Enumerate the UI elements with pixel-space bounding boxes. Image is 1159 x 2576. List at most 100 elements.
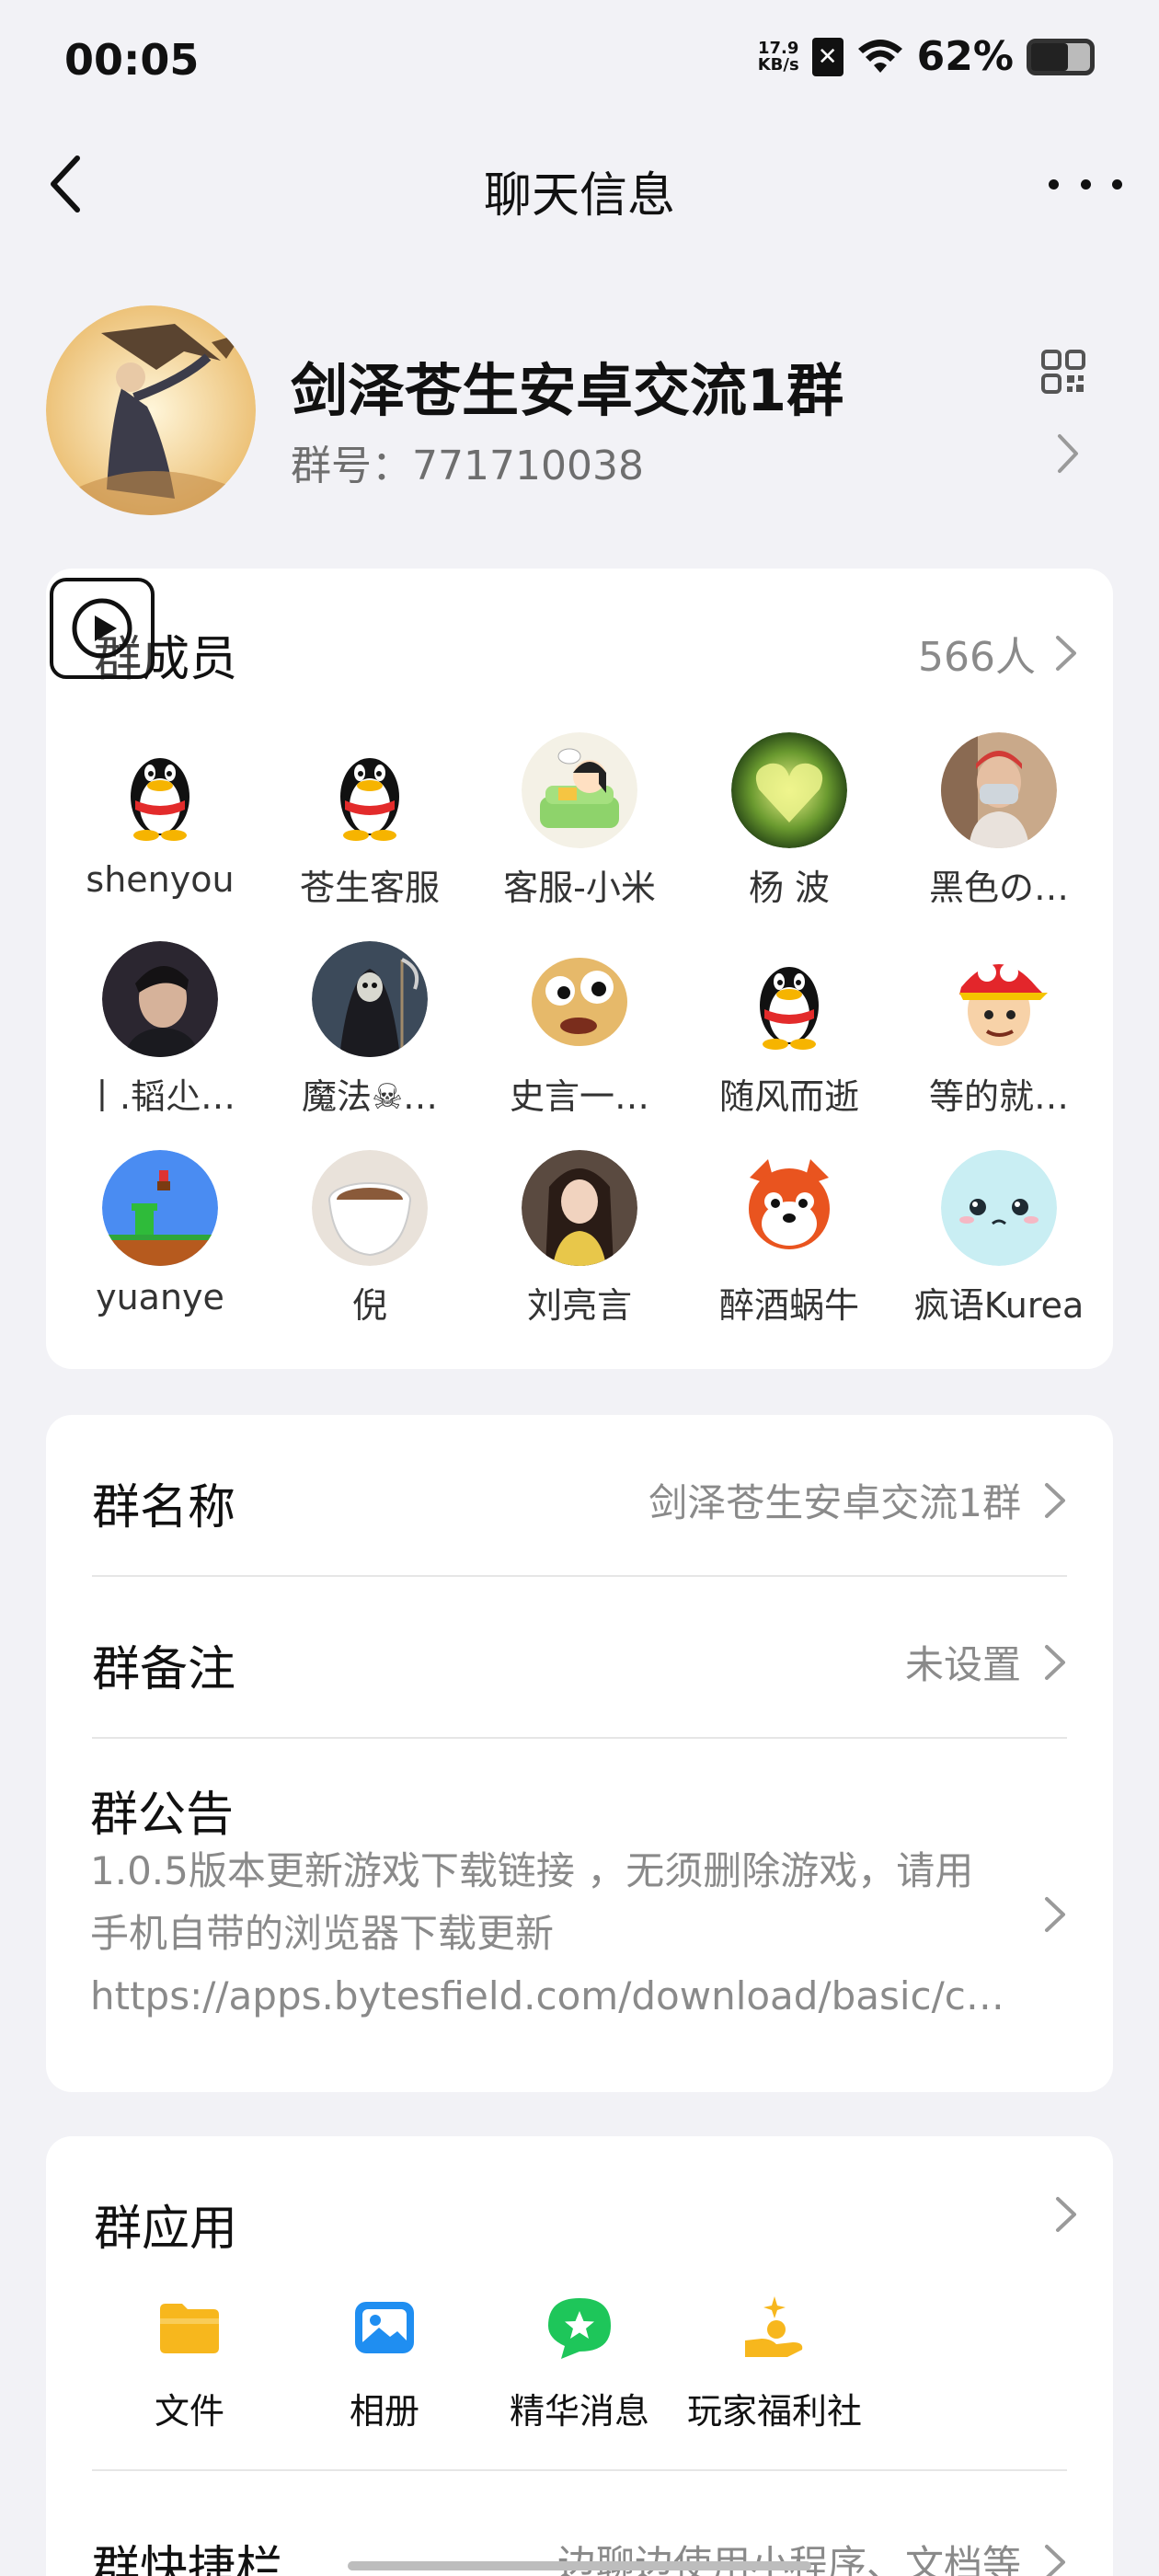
member-avatar (312, 732, 428, 848)
member-name: 等的就… (928, 1076, 1069, 1117)
members-card: 群成员 566人 shenyou 苍生客服 客服-小米 杨 波 黑色の… 丨.韬… (46, 569, 1113, 1369)
member-item[interactable]: 魔法☠… (265, 941, 475, 1119)
member-name: 疯语Kurea (913, 1285, 1084, 1326)
member-item[interactable]: 刘亮言 (475, 1150, 684, 1328)
chevron-right-icon (1058, 434, 1078, 473)
app-label: 相册 (349, 2391, 419, 2432)
member-item[interactable]: 醉酒蜗牛 (684, 1150, 894, 1328)
member-item[interactable]: 随风而逝 (684, 941, 894, 1119)
group-name: 剑泽苍生安卓交流1群 (291, 357, 844, 424)
play-overlay-button[interactable] (50, 578, 155, 679)
member-item[interactable]: 黑色の… (894, 732, 1104, 910)
group-avatar[interactable] (46, 305, 256, 515)
member-name: 史言一… (509, 1076, 649, 1117)
page-title: 聊天信息 (483, 168, 675, 224)
folder-icon (160, 2304, 219, 2353)
member-item[interactable]: 客服-小米 (475, 732, 684, 910)
group-remark-value: 未设置 (904, 1642, 1021, 1687)
home-indicator[interactable] (348, 2561, 811, 2570)
group-shortcut-label: 群快捷栏 (92, 2542, 284, 2576)
member-avatar (522, 1150, 637, 1266)
member-name: 黑色の… (928, 868, 1069, 908)
group-name-label: 群名称 (92, 1480, 236, 1535)
member-avatar (731, 941, 847, 1057)
star-bubble-icon (548, 2298, 611, 2359)
member-avatar (941, 941, 1057, 1057)
member-name: 醉酒蜗牛 (718, 1285, 859, 1326)
app-label: 文件 (154, 2391, 224, 2432)
member-item[interactable]: 等的就… (894, 941, 1104, 1119)
app-label: 玩家福利社 (686, 2391, 862, 2432)
app-files[interactable]: 文件 (92, 2293, 287, 2433)
chevron-right-icon (1045, 1897, 1065, 1932)
member-name: 客服-小米 (503, 868, 656, 908)
chevron-right-icon[interactable] (1054, 2195, 1078, 2234)
member-name: 刘亮言 (526, 1285, 632, 1326)
group-apps-title: 群应用 (94, 2202, 238, 2257)
app-album[interactable]: 相册 (287, 2293, 482, 2433)
network-speed: 17.9 KB/s (757, 38, 799, 75)
member-name: 丨.韬尐… (84, 1076, 236, 1117)
group-apps-list: 文件 相册 精华消息 玩家福利社 (92, 2293, 872, 2433)
member-avatar (731, 732, 847, 848)
group-apps-card: 群应用 文件 相册 精华消息 玩家福利社 群快捷栏 边聊边使用小程序、文档等 (46, 2136, 1113, 2576)
member-name: 杨 波 (748, 868, 831, 908)
group-shortcut-row[interactable]: 群快捷栏 边聊边使用小程序、文档等 (92, 2471, 1067, 2576)
status-time: 00:05 (64, 35, 200, 85)
member-avatar (522, 941, 637, 1057)
nav-bar: 聊天信息 (0, 129, 1159, 239)
member-name: 倪 (351, 1285, 387, 1326)
member-item[interactable]: 倪 (265, 1150, 475, 1328)
play-icon (72, 598, 132, 659)
member-name: 魔法☠… (301, 1076, 439, 1117)
member-avatar (731, 1150, 847, 1266)
member-name: yuanye (96, 1277, 224, 1317)
app-label: 精华消息 (509, 2391, 649, 2432)
member-avatar (522, 732, 637, 848)
battery-icon (1027, 38, 1095, 75)
members-count: 566人 (918, 634, 1036, 681)
member-avatar (102, 732, 218, 848)
chevron-right-icon (1045, 2544, 1065, 2576)
member-item[interactable]: 丨.韬尐… (55, 941, 265, 1119)
group-name-value: 剑泽苍生安卓交流1群 (648, 1480, 1021, 1525)
gift-hand-icon (745, 2296, 803, 2357)
battery-percent: 62% (916, 33, 1014, 80)
member-name: 苍生客服 (299, 868, 440, 908)
group-id: 群号：771710038 (291, 443, 644, 489)
member-avatar (312, 1150, 428, 1266)
status-icons: 17.9 KB/s ✕ 62% (758, 33, 1095, 80)
member-item[interactable]: 杨 波 (684, 732, 894, 910)
group-remark-label: 群备注 (92, 1642, 236, 1697)
photo-icon (355, 2302, 414, 2353)
group-header[interactable]: 剑泽苍生安卓交流1群 群号：771710038 (46, 305, 1113, 519)
wifi-icon (857, 39, 902, 73)
member-avatar (312, 941, 428, 1057)
more-icon[interactable] (1049, 166, 1122, 202)
app-highlights[interactable]: 精华消息 (482, 2293, 677, 2433)
chevron-right-icon (1056, 636, 1076, 671)
no-sim-icon: ✕ (811, 37, 843, 76)
member-avatar (102, 1150, 218, 1266)
member-name: shenyou (86, 859, 235, 900)
group-notice-label: 群公告 (90, 1788, 235, 1843)
chevron-right-icon (1045, 1644, 1065, 1680)
app-player-welfare[interactable]: 玩家福利社 (677, 2293, 872, 2433)
members-count-link[interactable]: 566人 (918, 624, 1078, 683)
member-name: 随风而逝 (718, 1076, 859, 1117)
member-item[interactable]: shenyou (55, 732, 265, 910)
member-item[interactable]: 苍生客服 (265, 732, 475, 910)
members-grid: shenyou 苍生客服 客服-小米 杨 波 黑色の… 丨.韬尐… 魔法☠… 史… (55, 732, 1104, 1328)
group-notice-text: 1.0.5版本更新游戏下载链接 ，无须删除游戏，请用 手机自带的浏览器下载更新 … (90, 1848, 1004, 2018)
member-avatar (102, 941, 218, 1057)
group-remark-row[interactable]: 群备注 未设置 (92, 1577, 1067, 1739)
group-info-card: 群名称 剑泽苍生安卓交流1群 群备注 未设置 群公告 1.0.5版本更新游戏下载… (46, 1415, 1113, 2092)
qr-code-icon[interactable] (1041, 350, 1085, 394)
member-item[interactable]: 疯语Kurea (894, 1150, 1104, 1328)
group-name-row[interactable]: 群名称 剑泽苍生安卓交流1群 (92, 1415, 1067, 1577)
member-avatar (941, 1150, 1057, 1266)
member-item[interactable]: 史言一… (475, 941, 684, 1119)
member-item[interactable]: yuanye (55, 1150, 265, 1328)
battery-fill (1031, 42, 1068, 71)
member-avatar (941, 732, 1057, 848)
